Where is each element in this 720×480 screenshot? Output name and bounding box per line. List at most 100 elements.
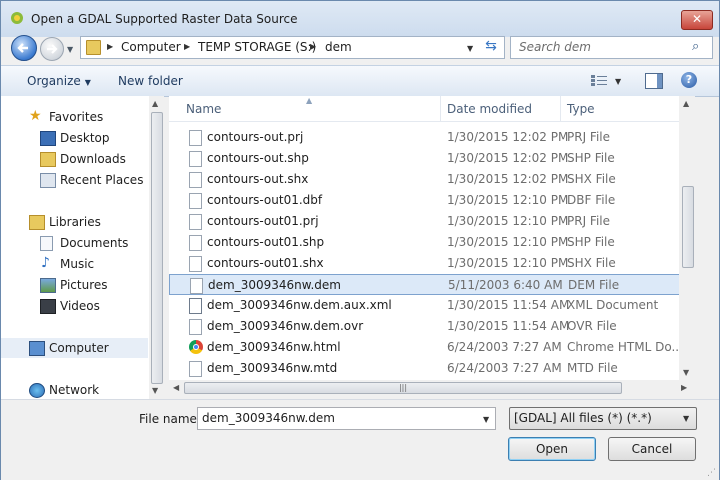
file-icon (189, 172, 202, 188)
file-date-modified: 1/30/2015 12:02 PM (447, 130, 569, 144)
nav-label: Desktop (60, 131, 110, 145)
scrollbar-thumb[interactable] (682, 186, 694, 268)
chevron-down-icon[interactable]: ▼ (483, 415, 489, 424)
music-note-icon: ♪ (41, 255, 50, 271)
file-type-value: [GDAL] All files (*) (*.*) (514, 411, 652, 425)
file-type: DBF File (567, 193, 616, 207)
recent-pages-dropdown-icon[interactable]: ▼ (67, 45, 73, 54)
scroll-up-icon[interactable]: ▲ (152, 99, 158, 108)
back-button[interactable] (11, 35, 37, 61)
nav-label: Favorites (49, 110, 104, 124)
file-row[interactable]: contours-out.shx 1/30/2015 12:02 PM SHX Fi… (169, 169, 695, 190)
window-title: Open a GDAL Supported Raster Data Source (31, 12, 298, 26)
command-toolbar: Organize ▼ New folder ▼ ? (1, 65, 719, 97)
preview-pane-icon[interactable] (645, 73, 663, 89)
help-icon[interactable]: ? (681, 72, 697, 88)
nav-network[interactable]: Network (1, 380, 148, 400)
file-name: contours-out01.shx (207, 256, 324, 270)
nav-pane-scrollbar[interactable]: ▲ ▼ (149, 96, 164, 399)
cancel-button[interactable]: Cancel (608, 437, 696, 461)
nav-pictures[interactable]: Pictures (1, 275, 148, 295)
file-row[interactable]: contours-out01.dbf 1/30/2015 12:10 PM DBF … (169, 190, 695, 211)
file-date-modified: 1/30/2015 11:54 AM (447, 298, 570, 312)
refresh-button[interactable]: ⇆ (479, 36, 503, 57)
nav-libraries[interactable]: Libraries (1, 212, 148, 232)
address-dropdown-icon[interactable]: ▼ (467, 44, 473, 53)
scroll-down-icon[interactable]: ▼ (683, 368, 689, 377)
organize-button[interactable]: Organize ▼ (27, 74, 91, 88)
videos-icon (40, 299, 56, 314)
title-bar: Open a GDAL Supported Raster Data Source… (1, 1, 719, 37)
nav-downloads[interactable]: Downloads (1, 149, 148, 169)
file-row[interactable]: dem_3009346nw.dem 5/11/2003 6:40 AM DEM Fi… (169, 274, 695, 295)
column-divider[interactable] (560, 96, 561, 121)
file-date-modified: 1/30/2015 12:02 PM (447, 151, 569, 165)
file-icon (189, 256, 202, 272)
file-list-horizontal-scrollbar[interactable]: ◀ ||| ▶ (169, 380, 695, 396)
nav-label: Documents (60, 236, 129, 250)
file-row[interactable]: contours-out01.shp 1/30/2015 12:10 PM SHP … (169, 232, 695, 253)
address-bar[interactable]: ▶ Computer ▶ TEMP STORAGE (S:) ▶ dem ▼ (80, 36, 505, 59)
file-type: MTD File (567, 361, 618, 375)
file-row[interactable]: contours-out.prj 1/30/2015 12:02 PM PRJ Fi… (169, 127, 695, 148)
libraries-icon (29, 215, 45, 230)
file-row[interactable]: dem_3009346nw.dem.aux.xml 1/30/2015 11:54… (169, 295, 695, 316)
navigation-pane: ★ Favorites Desktop Downloads Recent Pla… (1, 96, 164, 399)
new-folder-button[interactable]: New folder (118, 74, 183, 88)
nav-label: Pictures (60, 278, 108, 292)
column-divider[interactable] (440, 96, 441, 121)
organize-label: Organize (27, 74, 81, 88)
file-row[interactable]: contours-out01.shx 1/30/2015 12:10 PM SHX … (169, 253, 695, 274)
chevron-right-icon[interactable]: ▶ (184, 42, 190, 51)
file-list-vertical-scrollbar[interactable]: ▲ ▼ (679, 96, 695, 380)
forward-button[interactable] (40, 37, 64, 61)
scroll-up-icon[interactable]: ▲ (683, 99, 689, 108)
file-row[interactable]: contours-out.shp 1/30/2015 12:02 PM SHP Fi… (169, 148, 695, 169)
chevron-right-icon[interactable]: ▶ (310, 42, 316, 51)
file-name: contours-out01.prj (207, 214, 319, 228)
chevron-down-icon: ▼ (84, 78, 91, 87)
file-row[interactable]: dem_3009346nw.mtd 6/24/2003 7:27 AM MTD Fi… (169, 358, 695, 379)
column-type[interactable]: Type (567, 102, 595, 116)
breadcrumb-drive[interactable]: TEMP STORAGE (S:) (198, 40, 316, 54)
nav-videos[interactable]: Videos (1, 296, 148, 316)
file-icon (189, 319, 202, 335)
nav-desktop[interactable]: Desktop (1, 128, 148, 148)
view-options-icon[interactable] (591, 74, 607, 87)
file-name-input[interactable] (202, 411, 472, 425)
file-row[interactable]: contours-out01.prj 1/30/2015 12:10 PM PRJ … (169, 211, 695, 232)
nav-music[interactable]: ♪ Music (1, 254, 148, 274)
scroll-down-icon[interactable]: ▼ (152, 386, 158, 395)
file-name: dem_3009346nw.dem.aux.xml (207, 298, 392, 312)
breadcrumb-computer[interactable]: Computer (121, 40, 181, 54)
breadcrumb-folder[interactable]: dem (325, 40, 352, 54)
file-row[interactable]: dem_3009346nw.html 6/24/2003 7:27 AM Chrom… (169, 337, 695, 358)
nav-label: Music (60, 257, 95, 271)
resize-grip-icon[interactable]: ⋰ (707, 468, 716, 478)
view-dropdown-icon[interactable]: ▼ (615, 77, 621, 86)
file-type: SHX File (567, 172, 616, 186)
scroll-left-icon[interactable]: ◀ (173, 383, 179, 392)
file-type-select[interactable]: [GDAL] All files (*) (*.*) ▼ (509, 407, 697, 430)
nav-documents[interactable]: Documents (1, 233, 148, 253)
nav-computer[interactable]: Computer (1, 338, 148, 358)
scrollbar-thumb[interactable]: ||| (184, 382, 622, 394)
nav-recent-places[interactable]: Recent Places (1, 170, 148, 190)
close-button[interactable]: ✕ (681, 10, 713, 30)
desktop-icon (40, 131, 56, 146)
search-input[interactable] (517, 39, 681, 55)
search-icon[interactable]: ⌕ (692, 39, 699, 54)
nav-favorites[interactable]: ★ Favorites (1, 107, 148, 127)
file-row[interactable]: dem_3009346nw.dem.ovr 1/30/2015 11:54 AM O… (169, 316, 695, 337)
column-name[interactable]: Name (186, 102, 221, 116)
file-name-combobox[interactable]: ▼ (197, 407, 496, 430)
scrollbar-thumb[interactable] (151, 112, 163, 384)
open-button[interactable]: Open (508, 437, 596, 461)
dialog-footer: File name: ▼ [GDAL] All files (*) (*.*) … (1, 399, 719, 480)
search-box[interactable]: ⌕ (510, 36, 713, 59)
file-type: PRJ File (567, 214, 611, 228)
scroll-right-icon[interactable]: ▶ (681, 383, 687, 392)
column-date-modified[interactable]: Date modified (447, 102, 532, 116)
file-date-modified: 1/30/2015 12:10 PM (447, 235, 569, 249)
chevron-right-icon[interactable]: ▶ (107, 42, 113, 51)
